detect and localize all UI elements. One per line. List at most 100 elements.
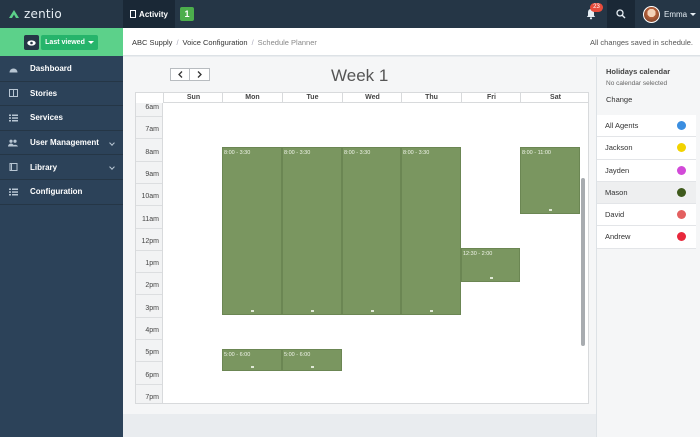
time-label: 9am <box>145 170 159 178</box>
search-button[interactable] <box>607 0 635 28</box>
logo[interactable]: zentio <box>8 7 62 21</box>
week-navigation <box>170 68 210 81</box>
chevron-down-icon <box>109 164 115 171</box>
agent-color-dot <box>677 232 686 242</box>
book-icon <box>8 89 18 98</box>
notification-count-badge: 23 <box>590 3 603 12</box>
next-week-button[interactable] <box>190 68 210 81</box>
hour-divider <box>136 383 162 385</box>
time-label: 7pm <box>145 393 159 401</box>
calendar-scrollbar[interactable] <box>581 178 585 346</box>
schedule-event[interactable]: 8:00 - 3:30 <box>401 147 461 315</box>
chevron-down-icon <box>87 41 94 44</box>
breadcrumb: ABC Supply / Voice Configuration / Schedule … <box>132 38 317 47</box>
sidebar-item-label: Configuration <box>30 187 83 197</box>
save-status: All changes saved in schedule. <box>590 38 693 47</box>
time-label: 12pm <box>141 237 159 245</box>
day-header-mon: Mon <box>222 93 282 103</box>
sidebar-item-stories[interactable]: Stories <box>0 82 123 107</box>
breadcrumb-separator: / <box>176 38 179 47</box>
event-time-label: 5:00 - 6:00 <box>284 352 311 358</box>
resize-handle[interactable] <box>311 310 314 312</box>
hour-divider <box>136 182 162 184</box>
day-header-sat: Sat <box>520 93 588 103</box>
time-label: 6pm <box>145 371 159 379</box>
agent-item[interactable]: All Agents <box>597 115 696 138</box>
schedule-event[interactable]: 8:00 - 3:30 <box>222 147 282 315</box>
resize-handle[interactable] <box>251 366 254 368</box>
sidebar-item-configuration[interactable]: Configuration <box>0 180 123 205</box>
resize-handle[interactable] <box>489 277 493 279</box>
event-time-label: 8:00 - 3:30 <box>224 150 251 156</box>
agent-item[interactable]: David <box>597 204 696 227</box>
list-icon <box>8 188 18 196</box>
resize-handle[interactable] <box>370 310 374 312</box>
schedule-event[interactable]: 8:00 - 3:30 <box>282 147 342 315</box>
time-label: 6am <box>145 104 159 111</box>
agent-item[interactable]: Mason <box>597 181 696 205</box>
schedule-event[interactable]: 12:30 - 2:00 <box>461 248 520 282</box>
eye-button[interactable] <box>24 35 39 50</box>
user-name: Emma <box>664 9 688 19</box>
time-label: 8am <box>145 148 159 156</box>
change-calendar-link[interactable]: Change <box>606 95 632 104</box>
agent-color-dot <box>677 143 686 153</box>
event-time-label: 8:00 - 3:30 <box>284 150 311 156</box>
hour-divider <box>136 361 162 363</box>
activity-tab[interactable]: Activity <box>123 0 175 28</box>
resize-handle[interactable] <box>311 366 314 368</box>
event-time-label: 8:00 - 3:30 <box>403 150 430 156</box>
breadcrumb-current: Schedule Planner <box>257 38 317 47</box>
schedule-event[interactable]: 5:00 - 6:00 <box>222 349 282 371</box>
logo-icon <box>9 10 19 18</box>
breadcrumb-item[interactable]: ABC Supply <box>132 38 172 47</box>
activity-label: Activity <box>139 9 168 19</box>
chevron-down-icon <box>690 12 697 16</box>
clipboard-icon <box>130 10 137 18</box>
chevron-right-icon <box>197 71 202 78</box>
breadcrumb-item[interactable]: Voice Configuration <box>183 38 248 47</box>
sidebar-item-label: Stories <box>30 88 58 98</box>
logo-text: zentio <box>24 7 62 21</box>
sidebar-item-library[interactable]: Library <box>0 155 123 180</box>
agent-item[interactable]: Jackson <box>597 137 696 160</box>
schedule-event[interactable]: 8:00 - 3:30 <box>342 147 401 315</box>
avatar <box>643 5 660 23</box>
day-header-fri: Fri <box>461 93 521 103</box>
prev-week-button[interactable] <box>170 68 190 81</box>
time-label: 11am <box>142 215 159 223</box>
resize-handle[interactable] <box>251 310 254 312</box>
hour-divider <box>136 249 162 251</box>
sidebar-item-user-management[interactable]: User Management <box>0 131 123 156</box>
sidebar-item-label: User Management <box>30 138 99 148</box>
resize-handle[interactable] <box>549 209 552 211</box>
sidebar-nav: Dashboard Stories Services User Manageme… <box>0 57 123 205</box>
agent-item[interactable]: Andrew <box>597 226 696 249</box>
time-label: 1pm <box>145 260 159 268</box>
schedule-event[interactable]: 8:00 - 11:00 <box>520 147 580 214</box>
activity-badge[interactable]: 1 <box>180 7 194 21</box>
sidebar-item-services[interactable]: Services <box>0 106 123 131</box>
agent-item[interactable]: Jayden <box>597 159 696 182</box>
event-time-label: 8:00 - 11:00 <box>522 150 551 156</box>
time-column: 6am 7am 8am 9am 10am 11am 12pm 1pm 2pm 3pm 4pm 5pm 6… <box>136 103 163 403</box>
agent-name: Andrew <box>605 232 631 242</box>
user-menu[interactable]: Emma <box>643 4 697 24</box>
agent-name: Jackson <box>605 143 633 153</box>
sidebar-item-dashboard[interactable]: Dashboard <box>0 57 123 82</box>
event-time-label: 12:30 - 2:00 <box>463 251 493 257</box>
holidays-title: Holidays calendar <box>606 67 671 76</box>
schedule-event[interactable]: 5:00 - 6:00 <box>282 349 342 371</box>
agent-list: All Agents Jackson Jayden Mason David Andrew <box>597 115 696 249</box>
users-icon <box>8 139 18 147</box>
breadcrumb-separator: / <box>251 38 254 47</box>
day-header-sun: Sun <box>163 93 223 103</box>
chevron-left-icon <box>177 71 182 78</box>
resize-handle[interactable] <box>430 310 433 312</box>
event-time-label: 5:00 - 6:00 <box>224 352 251 358</box>
agent-name: Jayden <box>605 165 630 175</box>
last-viewed-button[interactable]: Last viewed <box>41 35 98 50</box>
dashboard-icon <box>8 65 18 73</box>
time-label: 5pm <box>145 349 159 357</box>
sidebar-item-label: Services <box>30 113 63 123</box>
